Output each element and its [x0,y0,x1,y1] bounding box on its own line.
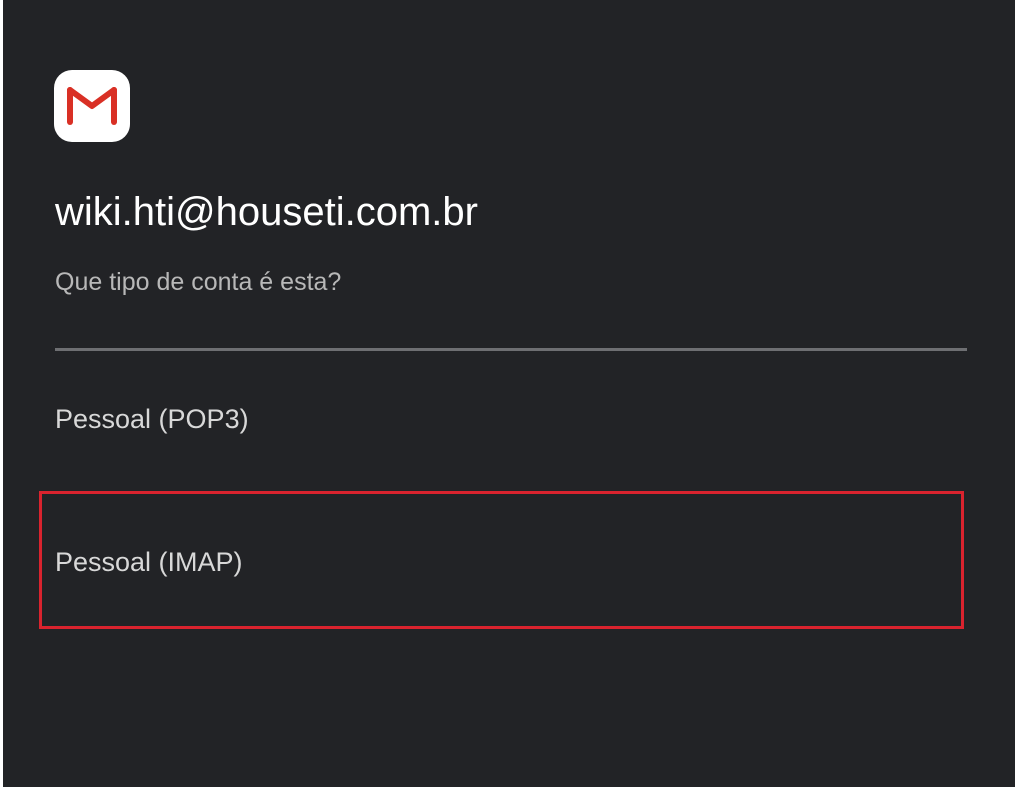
option-pop3-label: Pessoal (POP3) [55,404,249,434]
account-email: wiki.hti@houseti.com.br [55,190,478,234]
option-pop3[interactable]: Pessoal (POP3) [39,350,964,488]
gmail-icon [54,70,130,142]
gmail-logo-svg [67,87,117,125]
right-margin [1015,0,1024,787]
option-imap[interactable]: Pessoal (IMAP) [39,491,964,629]
account-type-screen: wiki.hti@houseti.com.br Que tipo de cont… [3,0,1015,787]
account-type-question: Que tipo de conta é esta? [55,268,342,296]
option-imap-label: Pessoal (IMAP) [55,547,243,577]
